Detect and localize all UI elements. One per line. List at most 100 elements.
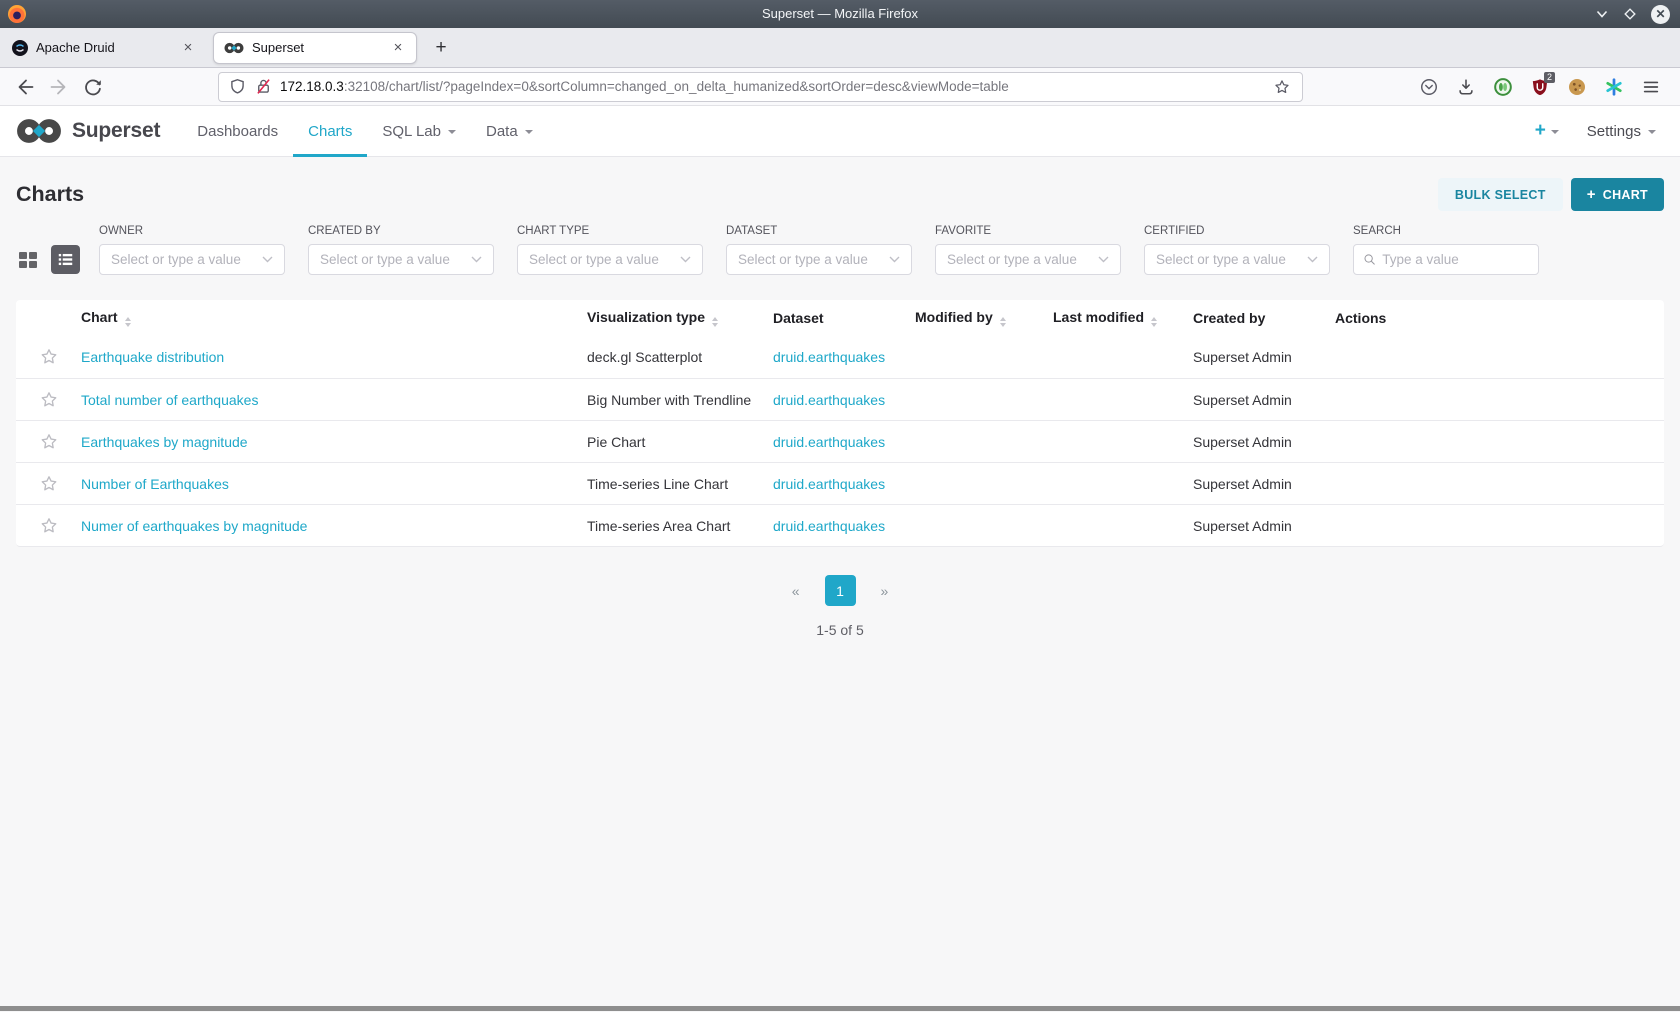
- list-view-button[interactable]: [51, 245, 80, 274]
- chart-link[interactable]: Earthquakes by magnitude: [81, 434, 248, 450]
- minimize-button[interactable]: [1595, 7, 1609, 21]
- tab-apache-druid[interactable]: Apache Druid ×: [2, 32, 206, 64]
- search-icon: [1363, 252, 1376, 267]
- favorite-star-button[interactable]: [36, 513, 62, 539]
- favorite-star-button[interactable]: [36, 471, 62, 497]
- column-header-visualization-type[interactable]: Visualization type: [587, 309, 773, 327]
- certified-select[interactable]: Select or type a value: [1144, 244, 1330, 275]
- close-tab-icon[interactable]: ×: [388, 38, 408, 58]
- nav-item-dashboards[interactable]: Dashboards: [182, 106, 293, 157]
- nav-item-charts[interactable]: Charts: [293, 106, 367, 157]
- privacy-extension-button[interactable]: [1486, 71, 1520, 103]
- url-host: 172.18.0.3: [280, 79, 344, 94]
- select-placeholder: Select or type a value: [320, 252, 450, 267]
- chart-link[interactable]: Total number of earthquakes: [81, 392, 258, 408]
- search-input[interactable]: [1382, 252, 1529, 267]
- window-resize-edge: [0, 1006, 1680, 1011]
- chart-link[interactable]: Earthquake distribution: [81, 349, 224, 365]
- chart-link[interactable]: Number of Earthquakes: [81, 476, 229, 492]
- new-item-button[interactable]: +: [1535, 120, 1559, 142]
- card-view-button[interactable]: [16, 248, 40, 272]
- url-path: :32108/chart/list/?pageIndex=0&sortColum…: [344, 79, 1009, 94]
- charts-table: Chart Visualization type Dataset Modifie…: [16, 300, 1664, 547]
- chevron-down-icon: [525, 130, 533, 134]
- superset-logo-icon: [16, 118, 62, 144]
- close-window-button[interactable]: ✕: [1651, 5, 1670, 24]
- header-actions: BULK SELECT + CHART: [1438, 178, 1664, 211]
- close-tab-icon[interactable]: ×: [178, 38, 198, 58]
- cookie-extension-button[interactable]: [1560, 71, 1594, 103]
- favorite-star-button[interactable]: [36, 387, 62, 413]
- filter-label: OWNER: [99, 225, 285, 237]
- menu-button[interactable]: [1634, 71, 1668, 103]
- column-header-dataset: Dataset: [773, 310, 915, 326]
- favorite-star-button[interactable]: [36, 344, 62, 370]
- column-label: Last modified: [1053, 309, 1144, 325]
- settings-label: Settings: [1587, 123, 1641, 140]
- column-header-chart[interactable]: Chart: [81, 309, 587, 327]
- table-row: Number of Earthquakes Time-series Line C…: [16, 462, 1664, 504]
- new-tab-button[interactable]: +: [427, 34, 455, 62]
- downloads-button[interactable]: [1449, 71, 1483, 103]
- filter-search: SEARCH: [1353, 225, 1539, 275]
- nav-item-data[interactable]: Data: [471, 106, 548, 157]
- page-1-button[interactable]: 1: [825, 575, 856, 606]
- favorite-star-button[interactable]: [36, 429, 62, 455]
- filter-label: DATASET: [726, 225, 912, 237]
- superset-brand[interactable]: Superset: [16, 118, 160, 144]
- column-header-last-modified[interactable]: Last modified: [1053, 309, 1193, 327]
- bulk-select-button[interactable]: BULK SELECT: [1438, 178, 1563, 211]
- filter-favorite: FAVORITE Select or type a value: [935, 225, 1121, 275]
- table-row: Numer of earthquakes by magnitude Time-s…: [16, 504, 1664, 546]
- browser-tab-strip: Apache Druid × Superset × +: [0, 28, 1680, 68]
- dataset-link[interactable]: druid.earthquakes: [773, 392, 885, 408]
- nav-label: Charts: [308, 123, 352, 140]
- reload-button[interactable]: [76, 71, 110, 103]
- colorful-extension-button[interactable]: [1597, 71, 1631, 103]
- created-by: Superset Admin: [1193, 434, 1292, 450]
- dataset-select[interactable]: Select or type a value: [726, 244, 912, 275]
- chevron-down-icon: [1648, 130, 1656, 134]
- column-label: Actions: [1335, 310, 1386, 326]
- settings-menu-button[interactable]: Settings: [1587, 123, 1656, 140]
- dataset-link[interactable]: druid.earthquakes: [773, 476, 885, 492]
- favorite-select[interactable]: Select or type a value: [935, 244, 1121, 275]
- forward-button[interactable]: [42, 71, 76, 103]
- created-by: Superset Admin: [1193, 518, 1292, 534]
- column-header-modified-by[interactable]: Modified by: [915, 309, 1053, 327]
- column-label: Visualization type: [587, 309, 705, 325]
- bookmark-star-button[interactable]: [1268, 74, 1296, 100]
- dataset-link[interactable]: druid.earthquakes: [773, 349, 885, 365]
- filter-created-by: CREATED BY Select or type a value: [308, 225, 494, 275]
- dataset-link[interactable]: druid.earthquakes: [773, 434, 885, 450]
- cookie-icon: [1567, 77, 1587, 97]
- column-header-actions: Actions: [1335, 310, 1664, 326]
- green-circle-extension-icon: [1493, 77, 1513, 97]
- star-outline-icon: [39, 390, 59, 410]
- table-row: Earthquake distribution deck.gl Scatterp…: [16, 336, 1664, 378]
- add-chart-button[interactable]: + CHART: [1571, 178, 1664, 211]
- chart-link[interactable]: Numer of earthquakes by magnitude: [81, 518, 307, 534]
- chart-type-select[interactable]: Select or type a value: [517, 244, 703, 275]
- next-page-button[interactable]: »: [881, 583, 889, 599]
- firefox-window: Superset — Mozilla Firefox ✕ Apache Drui…: [0, 0, 1680, 1012]
- maximize-button[interactable]: [1623, 7, 1637, 21]
- dataset-link[interactable]: druid.earthquakes: [773, 518, 885, 534]
- adblock-badge: 2: [1544, 72, 1555, 83]
- sort-icon: [125, 317, 131, 327]
- chevron-down-icon: [680, 256, 691, 263]
- tab-superset[interactable]: Superset ×: [213, 32, 417, 64]
- chevron-down-icon: [1307, 256, 1318, 263]
- created-by-select[interactable]: Select or type a value: [308, 244, 494, 275]
- star-outline-icon: [39, 432, 59, 452]
- pocket-button[interactable]: [1412, 71, 1446, 103]
- chevron-down-icon: [889, 256, 900, 263]
- nav-item-sql-lab[interactable]: SQL Lab: [367, 106, 471, 157]
- back-button[interactable]: [8, 71, 42, 103]
- chevron-down-icon: [1595, 7, 1609, 21]
- add-chart-label: CHART: [1603, 188, 1648, 202]
- url-bar[interactable]: 172.18.0.3:32108/chart/list/?pageIndex=0…: [218, 72, 1303, 102]
- owner-select[interactable]: Select or type a value: [99, 244, 285, 275]
- plus-icon: +: [1587, 186, 1596, 203]
- previous-page-button[interactable]: «: [792, 583, 800, 599]
